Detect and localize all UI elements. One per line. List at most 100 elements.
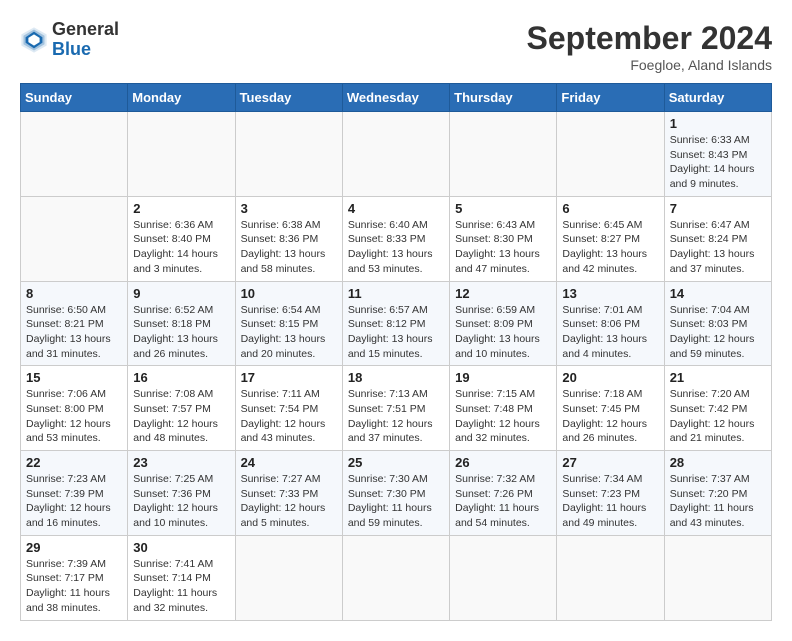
calendar-week-row: 2Sunrise: 6:36 AMSunset: 8:40 PMDaylight… (21, 196, 772, 281)
calendar-week-row: 29Sunrise: 7:39 AMSunset: 7:17 PMDayligh… (21, 535, 772, 620)
day-info: Sunrise: 7:37 AMSunset: 7:20 PMDaylight:… (670, 472, 766, 531)
calendar-cell: 28 Sunrise: 7:37 AMSunset: 7:20 PMDayligh… (664, 451, 771, 536)
logo-icon (20, 26, 48, 54)
column-header-sunday: Sunday (21, 84, 128, 112)
calendar-cell: 18 Sunrise: 7:13 AMSunset: 7:51 PMDayligh… (342, 366, 449, 451)
day-number: 22 (26, 455, 122, 470)
day-info: Sunrise: 7:13 AMSunset: 7:51 PMDaylight:… (348, 387, 444, 446)
calendar-cell: 21 Sunrise: 7:20 AMSunset: 7:42 PMDayligh… (664, 366, 771, 451)
day-number: 23 (133, 455, 229, 470)
calendar-cell: 15 Sunrise: 7:06 AMSunset: 8:00 PMDayligh… (21, 366, 128, 451)
day-info: Sunrise: 6:52 AMSunset: 8:18 PMDaylight:… (133, 303, 229, 362)
day-info: Sunrise: 6:43 AMSunset: 8:30 PMDaylight:… (455, 218, 551, 277)
calendar-cell (235, 535, 342, 620)
column-header-friday: Friday (557, 84, 664, 112)
day-number: 2 (133, 201, 229, 216)
day-number: 30 (133, 540, 229, 555)
title-block: September 2024 Foegloe, Aland Islands (527, 20, 772, 73)
calendar-cell: 10Sunrise: 6:54 AMSunset: 8:15 PMDayligh… (235, 281, 342, 366)
day-number: 28 (670, 455, 766, 470)
day-info: Sunrise: 6:54 AMSunset: 8:15 PMDaylight:… (241, 303, 337, 362)
calendar-cell: 16Sunrise: 7:08 AMSunset: 7:57 PMDayligh… (128, 366, 235, 451)
day-info: Sunrise: 7:18 AMSunset: 7:45 PMDaylight:… (562, 387, 658, 446)
day-number: 8 (26, 286, 122, 301)
calendar-cell: 6Sunrise: 6:45 AMSunset: 8:27 PMDaylight… (557, 196, 664, 281)
logo-text: General Blue (52, 20, 119, 60)
calendar-week-row: 22 Sunrise: 7:23 AMSunset: 7:39 PMDayligh… (21, 451, 772, 536)
calendar-cell: 23 Sunrise: 7:25 AMSunset: 7:36 PMDayligh… (128, 451, 235, 536)
calendar-cell: 8 Sunrise: 6:50 AMSunset: 8:21 PMDaylight… (21, 281, 128, 366)
day-info: Sunrise: 6:38 AMSunset: 8:36 PMDaylight:… (241, 218, 337, 277)
day-number: 7 (670, 201, 766, 216)
calendar-week-row: 15 Sunrise: 7:06 AMSunset: 8:00 PMDayligh… (21, 366, 772, 451)
day-number: 27 (562, 455, 658, 470)
calendar-cell (450, 535, 557, 620)
calendar-cell: 30 Sunrise: 7:41 AMSunset: 7:14 PMDayligh… (128, 535, 235, 620)
day-info: Sunrise: 7:15 AMSunset: 7:48 PMDaylight:… (455, 387, 551, 446)
calendar-cell (557, 112, 664, 197)
calendar-cell (557, 535, 664, 620)
day-info: Sunrise: 7:25 AMSunset: 7:36 PMDaylight:… (133, 472, 229, 531)
day-number: 25 (348, 455, 444, 470)
day-number: 24 (241, 455, 337, 470)
day-info: Sunrise: 6:47 AMSunset: 8:24 PMDaylight:… (670, 218, 766, 277)
day-info: Sunrise: 7:41 AMSunset: 7:14 PMDaylight:… (133, 557, 229, 616)
calendar-cell: 24 Sunrise: 7:27 AMSunset: 7:33 PMDayligh… (235, 451, 342, 536)
day-number: 20 (562, 370, 658, 385)
logo: General Blue (20, 20, 119, 60)
day-number: 14 (670, 286, 766, 301)
calendar-cell: 17Sunrise: 7:11 AMSunset: 7:54 PMDayligh… (235, 366, 342, 451)
calendar-cell: 11 Sunrise: 6:57 AMSunset: 8:12 PMDayligh… (342, 281, 449, 366)
day-number: 5 (455, 201, 551, 216)
month-title: September 2024 (527, 20, 772, 57)
day-info: Sunrise: 6:40 AMSunset: 8:33 PMDaylight:… (348, 218, 444, 277)
calendar-cell: 1 Sunrise: 6:33 AMSunset: 8:43 PMDaylight… (664, 112, 771, 197)
day-number: 21 (670, 370, 766, 385)
calendar-cell (21, 196, 128, 281)
day-number: 3 (241, 201, 337, 216)
calendar-cell (342, 112, 449, 197)
day-number: 1 (670, 116, 766, 131)
column-header-wednesday: Wednesday (342, 84, 449, 112)
day-number: 9 (133, 286, 229, 301)
day-info: Sunrise: 7:20 AMSunset: 7:42 PMDaylight:… (670, 387, 766, 446)
calendar-cell: 9 Sunrise: 6:52 AMSunset: 8:18 PMDaylight… (128, 281, 235, 366)
calendar-cell: 12 Sunrise: 6:59 AMSunset: 8:09 PMDayligh… (450, 281, 557, 366)
calendar-cell: 13 Sunrise: 7:01 AMSunset: 8:06 PMDayligh… (557, 281, 664, 366)
calendar-table: SundayMondayTuesdayWednesdayThursdayFrid… (20, 83, 772, 621)
calendar-week-row: 8 Sunrise: 6:50 AMSunset: 8:21 PMDaylight… (21, 281, 772, 366)
calendar-cell: 29Sunrise: 7:39 AMSunset: 7:17 PMDayligh… (21, 535, 128, 620)
calendar-cell (235, 112, 342, 197)
day-number: 13 (562, 286, 658, 301)
day-info: Sunrise: 6:50 AMSunset: 8:21 PMDaylight:… (26, 303, 122, 362)
calendar-cell (21, 112, 128, 197)
calendar-cell: 27Sunrise: 7:34 AMSunset: 7:23 PMDayligh… (557, 451, 664, 536)
day-number: 26 (455, 455, 551, 470)
calendar-cell: 22 Sunrise: 7:23 AMSunset: 7:39 PMDayligh… (21, 451, 128, 536)
day-info: Sunrise: 6:33 AMSunset: 8:43 PMDaylight:… (670, 133, 766, 192)
calendar-cell: 5 Sunrise: 6:43 AMSunset: 8:30 PMDaylight… (450, 196, 557, 281)
day-info: Sunrise: 6:59 AMSunset: 8:09 PMDaylight:… (455, 303, 551, 362)
day-info: Sunrise: 7:23 AMSunset: 7:39 PMDaylight:… (26, 472, 122, 531)
day-number: 11 (348, 286, 444, 301)
calendar-cell (450, 112, 557, 197)
calendar-cell: 2Sunrise: 6:36 AMSunset: 8:40 PMDaylight… (128, 196, 235, 281)
location: Foegloe, Aland Islands (527, 57, 772, 73)
day-info: Sunrise: 6:57 AMSunset: 8:12 PMDaylight:… (348, 303, 444, 362)
day-number: 12 (455, 286, 551, 301)
day-info: Sunrise: 7:11 AMSunset: 7:54 PMDaylight:… (241, 387, 337, 446)
day-info: Sunrise: 7:27 AMSunset: 7:33 PMDaylight:… (241, 472, 337, 531)
calendar-cell: 19Sunrise: 7:15 AMSunset: 7:48 PMDayligh… (450, 366, 557, 451)
day-info: Sunrise: 7:08 AMSunset: 7:57 PMDaylight:… (133, 387, 229, 446)
day-number: 15 (26, 370, 122, 385)
day-number: 29 (26, 540, 122, 555)
day-info: Sunrise: 7:06 AMSunset: 8:00 PMDaylight:… (26, 387, 122, 446)
day-number: 4 (348, 201, 444, 216)
day-number: 18 (348, 370, 444, 385)
day-info: Sunrise: 7:01 AMSunset: 8:06 PMDaylight:… (562, 303, 658, 362)
column-header-tuesday: Tuesday (235, 84, 342, 112)
day-info: Sunrise: 7:32 AMSunset: 7:26 PMDaylight:… (455, 472, 551, 531)
calendar-cell (128, 112, 235, 197)
day-info: Sunrise: 6:45 AMSunset: 8:27 PMDaylight:… (562, 218, 658, 277)
calendar-cell: 25Sunrise: 7:30 AMSunset: 7:30 PMDayligh… (342, 451, 449, 536)
